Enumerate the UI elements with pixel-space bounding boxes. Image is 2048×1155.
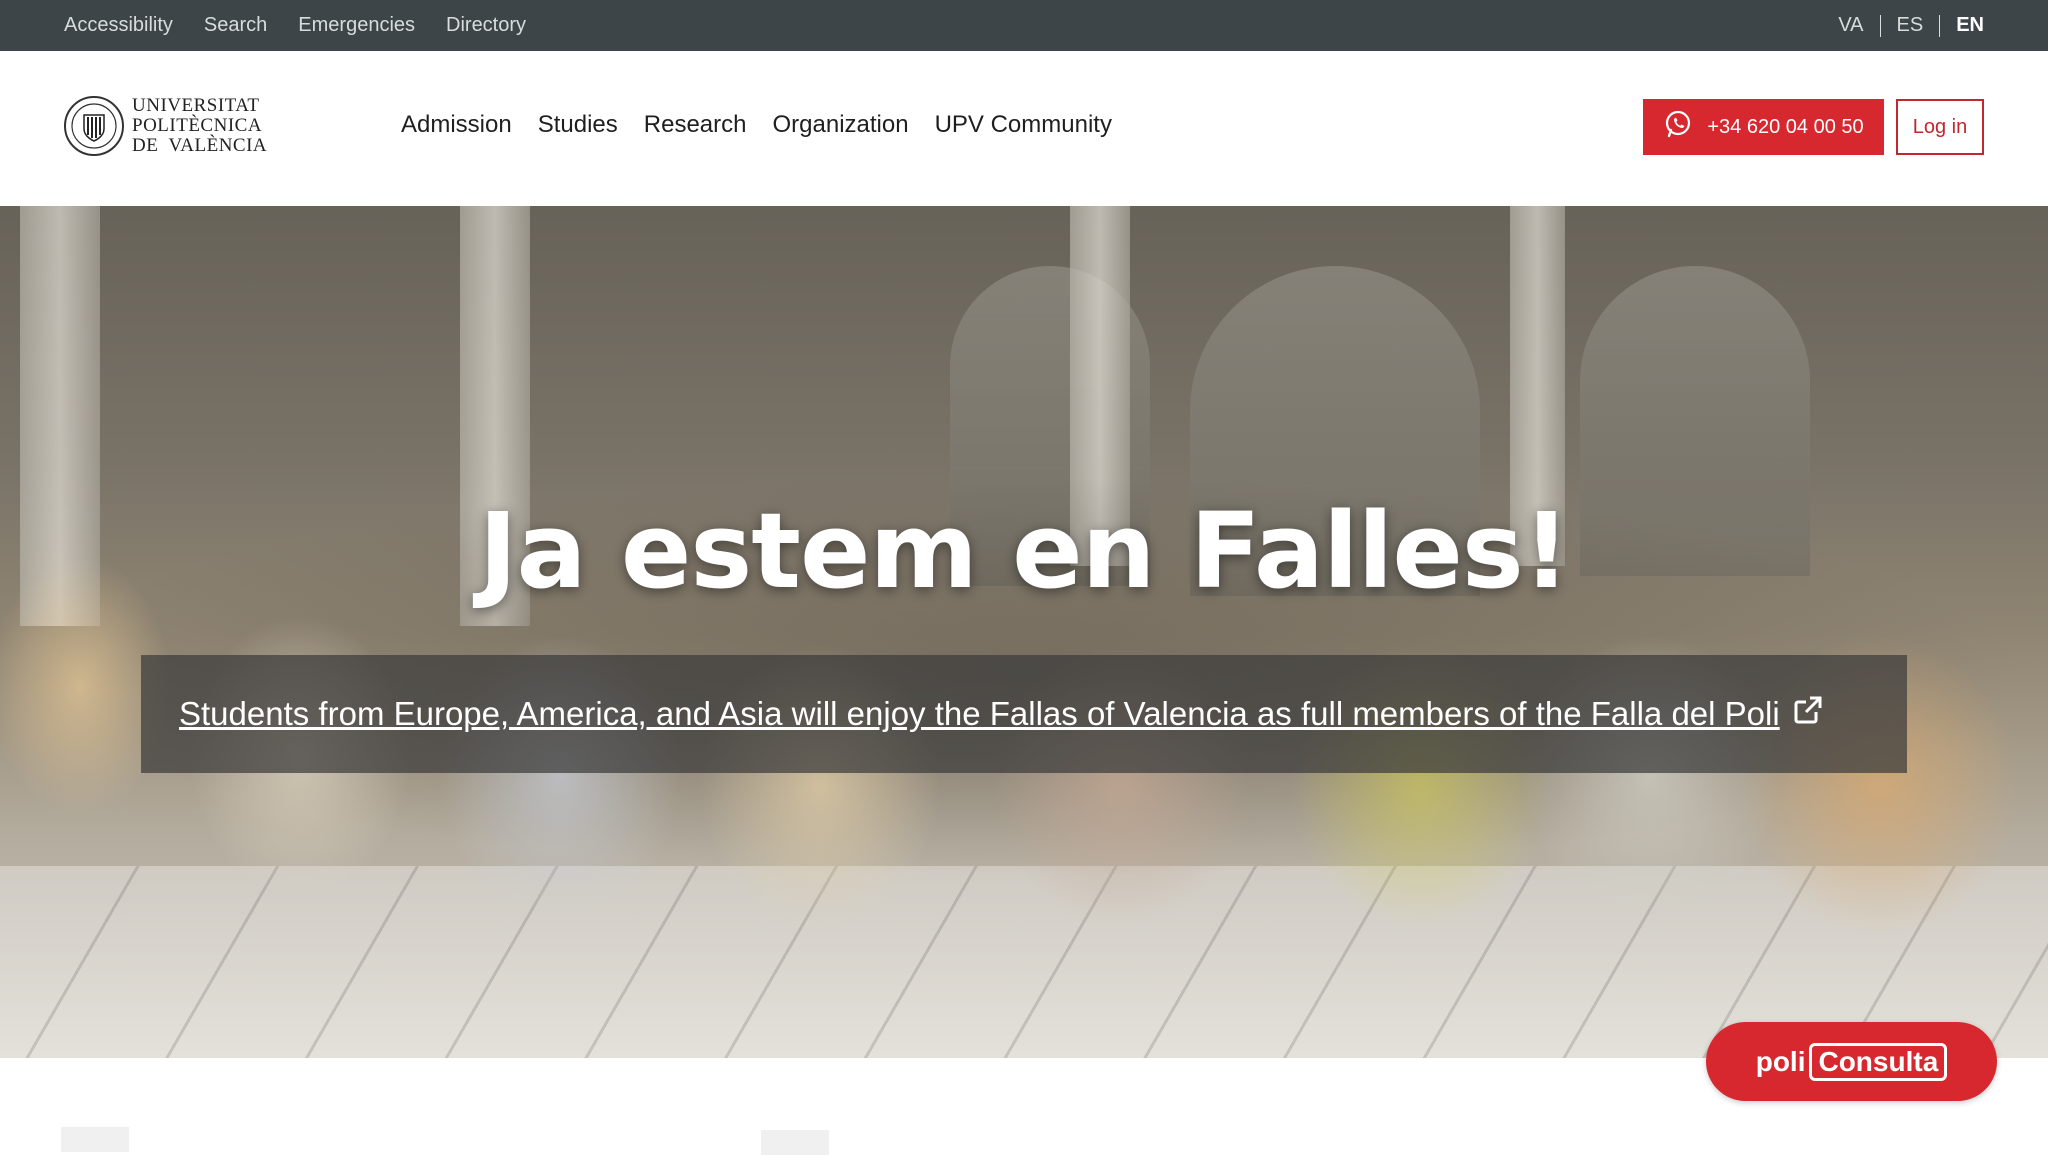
accessibility-link[interactable]: Accessibility xyxy=(64,14,173,37)
main-navigation: Admission Studies Research Organization … xyxy=(401,111,1112,139)
whatsapp-icon xyxy=(1663,109,1693,145)
hero-news-text: Students from Europe, America, and Asia … xyxy=(179,695,1780,732)
logo-line-1: UNIVERSITAT xyxy=(132,95,260,116)
emergencies-link[interactable]: Emergencies xyxy=(298,14,415,37)
policonsulta-button[interactable]: poli Consulta xyxy=(1706,1022,1997,1101)
language-switcher: VA ES EN xyxy=(1838,14,1984,37)
whatsapp-contact-button[interactable]: +34 620 04 00 50 xyxy=(1643,99,1884,155)
nav-studies[interactable]: Studies xyxy=(538,111,618,139)
lang-va[interactable]: VA xyxy=(1838,14,1863,37)
news-card-thumbnail[interactable] xyxy=(761,1130,829,1155)
site-header: UNIVERSITAT POLITÈCNICA DE VALÈNCIA Admi… xyxy=(0,51,2048,206)
news-card-thumbnail[interactable] xyxy=(61,1127,129,1152)
hero-title: Ja estem en Falles! xyxy=(478,490,1570,612)
directory-link[interactable]: Directory xyxy=(446,14,526,37)
nav-admission[interactable]: Admission xyxy=(401,111,512,139)
lang-divider xyxy=(1939,14,1941,37)
external-link-icon xyxy=(1792,694,1824,734)
login-button[interactable]: Log in xyxy=(1896,99,1984,155)
logo-line-2: POLITÈCNICA xyxy=(132,115,263,136)
nav-research[interactable]: Research xyxy=(644,111,747,139)
logo-line-3: DE VALÈNCIA xyxy=(132,135,268,156)
search-link[interactable]: Search xyxy=(204,14,267,37)
hero-news-link[interactable]: Students from Europe, America, and Asia … xyxy=(179,694,1824,734)
logo-wordmark: UNIVERSITAT POLITÈCNICA DE VALÈNCIA xyxy=(132,96,267,156)
top-utility-bar: Accessibility Search Emergencies Directo… xyxy=(0,0,2048,51)
lang-en[interactable]: EN xyxy=(1956,14,1984,37)
lang-divider xyxy=(1879,14,1881,37)
whatsapp-number: +34 620 04 00 50 xyxy=(1707,115,1864,138)
nav-organization[interactable]: Organization xyxy=(773,111,909,139)
policonsulta-poli: poli xyxy=(1755,1045,1806,1077)
hero-banner: Ja estem en Falles! Students from Europe… xyxy=(0,206,2048,1058)
nav-upv-community[interactable]: UPV Community xyxy=(935,111,1112,139)
policonsulta-consulta: Consulta xyxy=(1809,1042,1948,1081)
upv-logo[interactable]: UNIVERSITAT POLITÈCNICA DE VALÈNCIA xyxy=(64,96,267,156)
hero-caption-box: Students from Europe, America, and Asia … xyxy=(141,655,1907,773)
lang-es[interactable]: ES xyxy=(1897,14,1924,37)
utility-links: Accessibility Search Emergencies Directo… xyxy=(64,14,526,37)
upv-seal-icon xyxy=(64,96,124,156)
